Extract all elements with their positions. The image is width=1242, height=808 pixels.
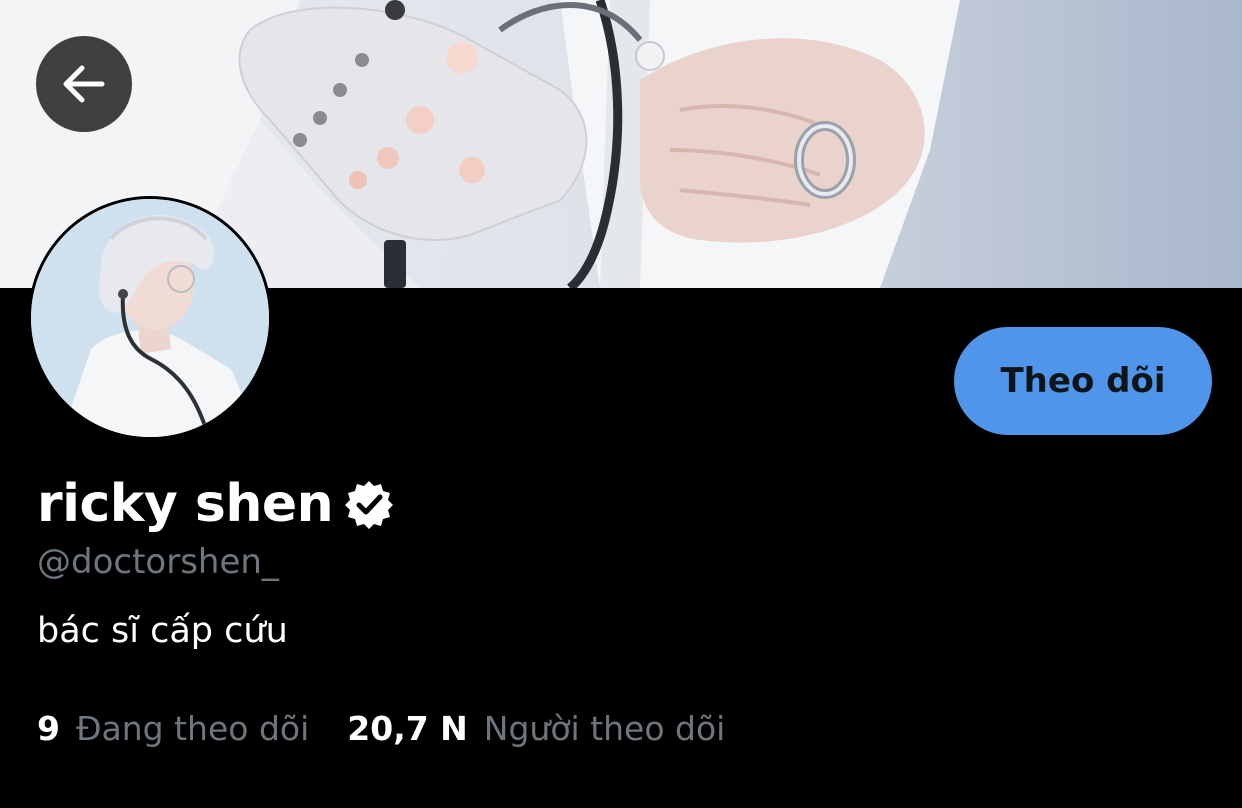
display-name: ricky shen xyxy=(37,474,334,534)
followers-stat[interactable]: 20,7 N Người theo dõi xyxy=(347,706,725,752)
following-stat[interactable]: 9 Đang theo dõi xyxy=(37,706,309,752)
following-count: 9 xyxy=(37,709,60,748)
arrow-left-icon xyxy=(63,65,105,103)
profile-stats: 9 Đang theo dõi 20,7 N Người theo dõi xyxy=(37,706,725,752)
followers-count: 20,7 N xyxy=(347,709,468,748)
followers-label: Người theo dõi xyxy=(483,709,726,748)
name-row: ricky shen xyxy=(37,472,395,536)
avatar-image xyxy=(31,199,269,437)
follow-button[interactable]: Theo dõi xyxy=(954,327,1212,435)
following-label: Đang theo dõi xyxy=(75,709,310,748)
back-button[interactable] xyxy=(36,36,132,132)
user-handle: @doctorshen_ xyxy=(37,542,279,582)
bio: bác sĩ cấp cứu xyxy=(37,611,288,651)
avatar[interactable] xyxy=(28,196,272,440)
verified-badge-icon xyxy=(345,481,394,529)
